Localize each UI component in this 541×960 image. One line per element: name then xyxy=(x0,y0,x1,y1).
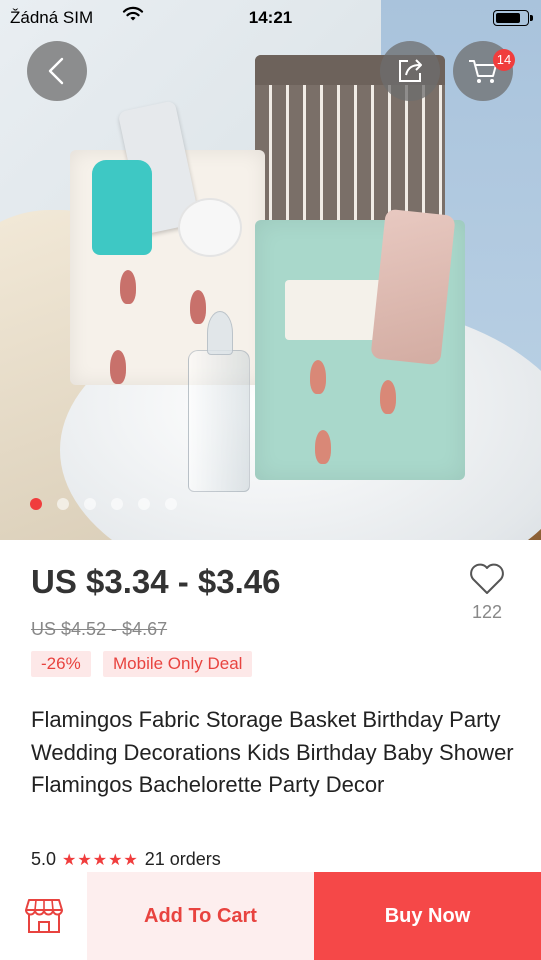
pagination-dot[interactable] xyxy=(165,498,177,510)
star-icon: ★★★★★ xyxy=(62,851,139,869)
back-icon xyxy=(48,57,64,85)
store-icon xyxy=(24,899,63,933)
pagination-dot-active[interactable] xyxy=(30,498,42,510)
image-toilet-roll xyxy=(180,200,240,255)
clock: 14:21 xyxy=(248,8,293,27)
buy-now-button[interactable]: Buy Now xyxy=(314,872,541,960)
store-button[interactable] xyxy=(0,872,87,960)
orders-count: 21 orders xyxy=(144,849,221,869)
share-icon xyxy=(399,59,422,82)
pagination-dot[interactable] xyxy=(57,498,69,510)
gallery-pagination xyxy=(30,498,177,510)
discount-badge: -26% xyxy=(31,651,91,677)
rating-value: 5.0 xyxy=(31,849,57,869)
image-perfume-bottle xyxy=(188,311,250,492)
original-price: US $4.52 - $4.67 xyxy=(31,619,168,639)
wishlist-count: 122 xyxy=(471,602,503,622)
product-title: Flamingos Fabric Storage Basket Birthday… xyxy=(31,707,514,797)
battery-icon xyxy=(493,10,533,26)
price-range: US $3.34 - $3.46 xyxy=(31,563,281,600)
wishlist-button[interactable] xyxy=(466,562,508,601)
status-bar: Žádná SIM 14:21 xyxy=(0,0,541,36)
add-to-cart-button[interactable]: Add To Cart xyxy=(87,872,314,960)
image-bottle xyxy=(92,160,152,255)
pagination-dot[interactable] xyxy=(138,498,150,510)
deal-badge: Mobile Only Deal xyxy=(103,651,253,677)
cart-count-badge: 14 xyxy=(493,49,515,71)
back-button[interactable] xyxy=(27,41,87,101)
bottom-action-bar: Add To Cart Buy Now xyxy=(0,872,541,960)
pagination-dot[interactable] xyxy=(111,498,123,510)
pagination-dot[interactable] xyxy=(84,498,96,510)
cart-button[interactable]: 14 xyxy=(453,41,515,101)
rating-row[interactable]: 5.0 ★★★★★ 21 orders xyxy=(31,849,221,870)
heart-icon xyxy=(470,563,504,594)
share-button[interactable] xyxy=(380,41,440,101)
